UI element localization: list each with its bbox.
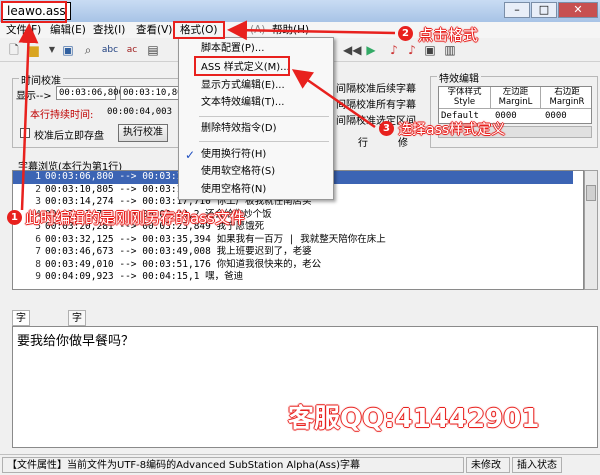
status-modified: 未修改 [466,457,510,473]
annotation-2-badge: 2 [398,26,413,41]
status-insert-mode: 插入状态 [512,457,562,473]
status-bar: 【文件属性】当前文件为UTF-8编码的Advanced SubStation A… [0,454,600,475]
annotation-1-badge: 1 [7,210,22,225]
arrow-to-title [18,23,39,211]
annotation-3-badge: 3 [379,121,394,136]
annotation-2-text: 点击格式 [418,26,479,44]
service-qq-watermark: 客服QQ:41442901 [288,404,540,434]
status-file-info: 【文件属性】当前文件为UTF-8编码的Advanced SubStation A… [2,457,464,473]
annotation-3-text: 选择ass样式定义 [398,122,506,138]
arrow-to-format [227,20,396,41]
annotation-1-text: 此时编辑的是刚刚另存的ass文件 [25,209,245,227]
arrow-to-ass-style [291,69,376,129]
